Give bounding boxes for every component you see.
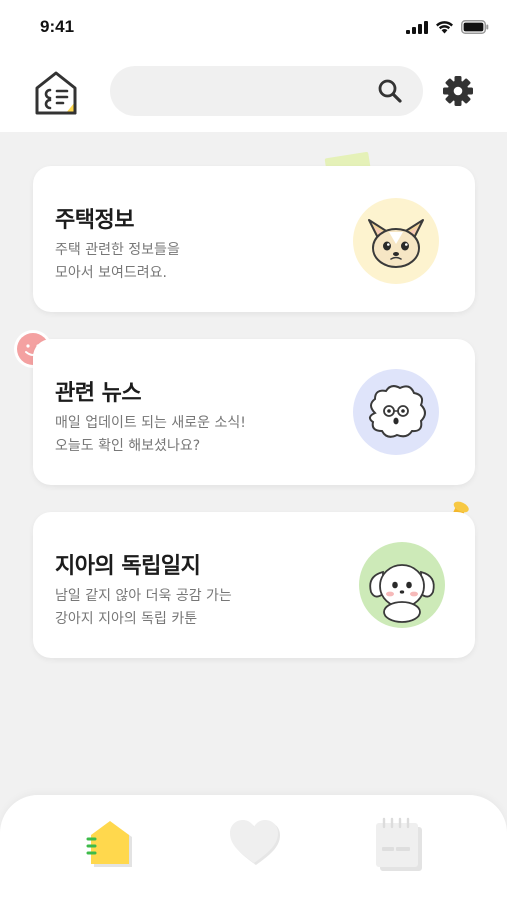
- card-description: 매일 업데이트 되는 새로운 소식! 오늘도 확인 해보셨나요?: [55, 412, 315, 458]
- card-related-news[interactable]: 관련 뉴스 매일 업데이트 되는 새로운 소식! 오늘도 확인 해보셨나요?: [33, 339, 475, 485]
- wifi-icon: [436, 21, 453, 34]
- search-icon[interactable]: [377, 78, 403, 104]
- card-description-line: 주택 관련한 정보들을: [55, 242, 180, 258]
- fluffy-dog-avatar: [353, 369, 439, 455]
- home-icon: [86, 821, 132, 867]
- house-document-icon[interactable]: [30, 68, 82, 118]
- app-header: [0, 56, 507, 132]
- card-description-line: 강아지 지아의 독립 카툰: [55, 611, 198, 627]
- status-bar: 9:41: [0, 0, 507, 56]
- bottom-navigation: [0, 795, 507, 900]
- nav-favorites[interactable]: [228, 817, 288, 873]
- chihuahua-avatar: [353, 198, 439, 284]
- card-title: 주택정보: [55, 208, 134, 233]
- search-bar[interactable]: [110, 66, 423, 116]
- top-area: 9:41: [0, 0, 507, 132]
- card-description-line: 매일 업데이트 되는 새로운 소식!: [55, 415, 246, 431]
- gear-icon[interactable]: [441, 74, 475, 108]
- cellular-signal-icon: [406, 20, 428, 34]
- nav-notes[interactable]: [372, 817, 432, 873]
- notebook-icon: [376, 817, 422, 871]
- battery-icon: [461, 20, 489, 34]
- card-description-line: 모아서 보여드려요.: [55, 265, 167, 281]
- card-jia-diary[interactable]: 지아의 독립일지 남일 같지 않아 더욱 공감 가는 강아지 지아의 독립 카툰: [33, 512, 475, 658]
- card-description-line: 오늘도 확인 해보셨나요?: [55, 438, 201, 454]
- heart-icon: [230, 820, 280, 865]
- card-housing-info[interactable]: 주택정보 주택 관련한 정보들을 모아서 보여드려요.: [33, 166, 475, 312]
- search-input[interactable]: [128, 66, 368, 116]
- card-title: 지아의 독립일지: [55, 554, 201, 579]
- nav-home[interactable]: [86, 817, 146, 873]
- card-title: 관련 뉴스: [55, 381, 142, 406]
- status-icons: [406, 20, 489, 34]
- card-description: 주택 관련한 정보들을 모아서 보여드려요.: [55, 239, 315, 285]
- card-description-line: 남일 같지 않아 더욱 공감 가는: [55, 588, 232, 604]
- white-puppy-avatar: [359, 542, 445, 628]
- card-description: 남일 같지 않아 더욱 공감 가는 강아지 지아의 독립 카툰: [55, 585, 315, 631]
- status-time: 9:41: [40, 17, 75, 36]
